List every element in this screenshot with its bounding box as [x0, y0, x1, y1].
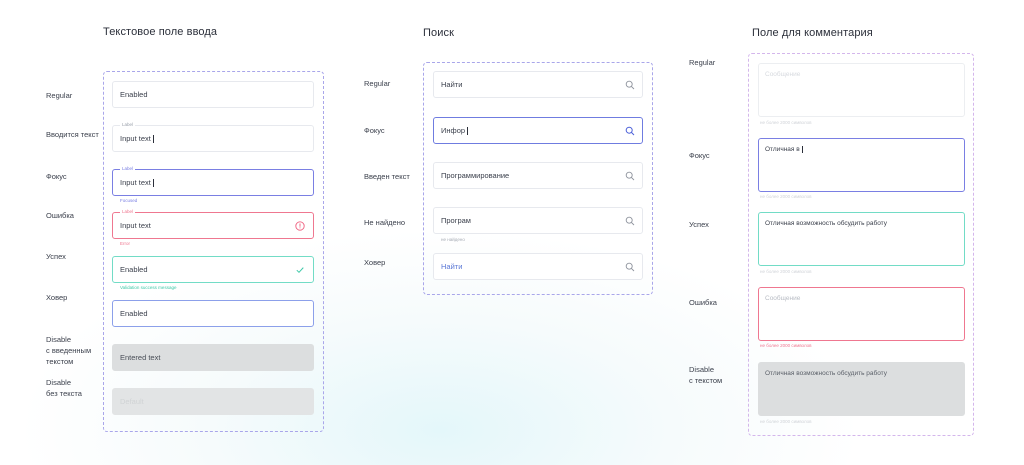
comment-limit-helper: не более 2000 символов — [760, 269, 812, 274]
comment-limit-helper: не более 2000 символов — [760, 419, 812, 424]
text-input-typing[interactable]: Label Input text — [112, 121, 314, 152]
row-label-typing: Вводится текст — [46, 130, 99, 139]
row-label-focus: Фокус — [364, 126, 385, 135]
search-section-title: Поиск — [423, 27, 454, 39]
row-label-regular: Regular — [689, 58, 716, 67]
search-entered[interactable]: Программирование — [433, 162, 643, 189]
comment-section-title: Поле для комментария — [752, 27, 873, 39]
comment-limit-helper: не более 2000 символов — [760, 194, 812, 199]
row-label-disabled-text: Disable с текстом — [689, 365, 723, 385]
error-helper-text: Error — [120, 241, 130, 246]
text-caret — [801, 146, 803, 153]
row-label-error: Ошибка — [46, 211, 74, 220]
row-label-regular: Regular — [364, 79, 391, 88]
row-label-entered: Введен текст — [364, 172, 410, 181]
comment-error[interactable]: Сообщение — [758, 287, 965, 341]
text-caret — [467, 126, 469, 135]
text-input-error[interactable]: Label Input text — [112, 208, 314, 239]
row-label-success: Успех — [689, 220, 709, 229]
text-caret — [152, 134, 154, 143]
row-label-hover: Ховер — [364, 258, 386, 267]
text-caret — [152, 178, 154, 187]
comment-success[interactable]: Отличная возможность обсудить работу — [758, 212, 965, 266]
search-regular[interactable]: Найти — [433, 71, 643, 98]
comment-error-helper: не более 2000 символов — [760, 343, 812, 348]
focus-helper-text: Focused — [120, 198, 138, 203]
floating-label: Label — [120, 208, 136, 215]
text-input-disabled-empty: Default — [112, 388, 314, 415]
search-icon[interactable] — [625, 216, 635, 226]
search-focus[interactable]: Инфор — [433, 117, 643, 144]
search-not-found[interactable]: Програм — [433, 207, 643, 234]
comment-regular[interactable]: Сообщение — [758, 63, 965, 117]
search-icon[interactable] — [625, 126, 635, 136]
search-icon[interactable] — [625, 262, 635, 272]
comment-focus[interactable]: Отличная в — [758, 138, 965, 192]
error-circle-icon — [295, 221, 305, 231]
row-label-disabled-filled: Disable с введенным текстом — [46, 335, 92, 366]
comment-limit-helper: не более 2000 символов — [760, 120, 812, 125]
row-label-not-found: Не найдено — [364, 218, 406, 227]
row-label-focus: Фокус — [46, 172, 67, 181]
row-label-error: Ошибка — [689, 298, 717, 307]
row-label-success: Успех — [46, 252, 66, 261]
row-label-disabled-empty: Disable без текста — [46, 378, 82, 398]
text-input-disabled-filled: Entered text — [112, 344, 314, 371]
not-found-helper-text: не найдено — [441, 237, 465, 242]
floating-label: Label — [120, 121, 136, 128]
floating-label: Label — [120, 165, 136, 172]
search-icon[interactable] — [625, 171, 635, 181]
row-label-regular: Regular — [46, 91, 73, 100]
search-icon[interactable] — [625, 80, 635, 90]
search-hover[interactable]: Найти — [433, 253, 643, 280]
text-input-section-title: Текстовое поле ввода — [103, 26, 218, 38]
check-icon — [295, 265, 305, 275]
success-helper-text: Validation success message — [120, 285, 177, 290]
row-label-hover: Ховер — [46, 293, 68, 302]
text-input-success[interactable]: Enabled — [112, 256, 314, 283]
text-input-focus[interactable]: Label Input text — [112, 165, 314, 196]
text-input-regular[interactable]: Enabled — [112, 81, 314, 108]
row-label-focus: Фокус — [689, 151, 710, 160]
text-input-hover[interactable]: Enabled — [112, 300, 314, 327]
comment-disabled: Отличная возможность обсудить работу — [758, 362, 965, 416]
